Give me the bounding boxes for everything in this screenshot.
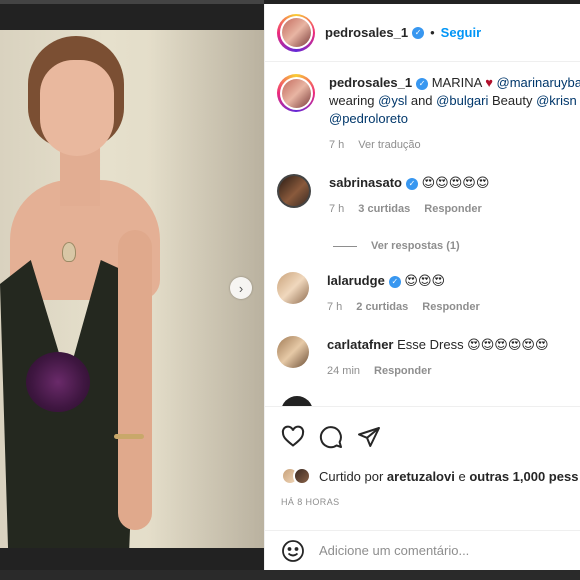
see-translation-link[interactable]: Ver tradução: [358, 136, 420, 154]
verified-icon: ✓: [405, 177, 418, 190]
author-username[interactable]: pedrosales_1: [325, 25, 408, 40]
verified-icon: ✓: [388, 275, 401, 288]
commenter-avatar[interactable]: [281, 396, 313, 406]
view-replies-label: Ver respostas (1): [371, 240, 460, 252]
likes-prefix: Curtido por: [319, 468, 387, 484]
mention-link[interactable]: @marinaruyba: [497, 75, 580, 90]
add-comment-bar: Adicione um comentário...: [265, 530, 580, 570]
heart-emoji: ♥: [485, 75, 493, 90]
comment-time: 7 h: [327, 301, 343, 313]
heart-icon[interactable]: [281, 425, 305, 449]
caption-text: and: [407, 93, 437, 108]
post-side-panel: pedrosales_1 ✓ • Seguir pedrosales_1 ✓ MA…: [264, 4, 580, 570]
mention-link[interactable]: @pedroloreto: [329, 111, 408, 126]
comment-text: 😍😍😍: [404, 273, 446, 288]
comment-username[interactable]: pedrosales_1: [329, 75, 412, 90]
comment-text: 😍😍😍😍😍: [421, 175, 490, 190]
post-timestamp: HÁ 8 HORAS: [281, 497, 340, 507]
comments-list: pedrosales_1 ✓ MARINA ♥ @marinaruyba wear…: [265, 62, 580, 406]
caption-text: MARINA: [428, 75, 486, 90]
commenter-avatar[interactable]: [277, 336, 309, 368]
comment-time: 7 h: [329, 203, 345, 215]
comment-likes[interactable]: 2 curtidas: [356, 298, 408, 316]
comment-username[interactable]: carlatafner: [327, 337, 393, 352]
likes-others-link[interactable]: outras 1,000 pess: [469, 469, 578, 484]
reply-button[interactable]: Responder: [374, 362, 431, 380]
share-icon[interactable]: [357, 425, 381, 449]
reply-button[interactable]: Responder: [422, 298, 479, 316]
view-replies-button[interactable]: Ver respostas (1): [333, 240, 460, 252]
comment-likes[interactable]: 3 curtidas: [358, 200, 410, 218]
comment-text: Esse Dress 😍😍😍😍😍😍: [397, 337, 549, 352]
comment-time: 24 min: [327, 365, 361, 377]
mention-link[interactable]: @ysl: [378, 93, 407, 108]
commenter-avatar[interactable]: [277, 174, 311, 208]
emoji-icon[interactable]: [281, 539, 305, 563]
post-photo[interactable]: [0, 30, 264, 548]
liker-username[interactable]: aretuzalovi: [387, 469, 455, 484]
background-strip: [0, 570, 580, 580]
separator-dot: •: [430, 25, 435, 40]
post-header: pedrosales_1 ✓ • Seguir: [265, 4, 580, 62]
comment-input[interactable]: Adicione um comentário...: [319, 543, 469, 558]
caption-text: Beauty: [488, 93, 537, 108]
mention-link[interactable]: @bulgari: [436, 93, 488, 108]
likes-summary: Curtido por aretuzalovi e outras 1,000 p…: [281, 467, 578, 485]
comment-item: sabrinasato ✓ 😍😍😍😍😍 7 h 3 curtidas Respon…: [277, 174, 489, 218]
comment-time: 7 h: [329, 139, 345, 151]
comment-username[interactable]: lalarudge: [327, 273, 385, 288]
reply-button[interactable]: Responder: [424, 200, 481, 218]
caption-comment: pedrosales_1 ✓ MARINA ♥ @marinaruyba wear…: [277, 74, 580, 154]
chevron-right-icon[interactable]: ›: [230, 277, 252, 299]
background-strip: [0, 0, 264, 4]
comment-item: lalarudge ✓ 😍😍😍 7 h 2 curtidas Responder: [277, 272, 480, 316]
verified-icon: ✓: [416, 77, 429, 90]
comment-item: carlatafner Esse Dress 😍😍😍😍😍😍 24 min Res…: [277, 336, 549, 380]
author-avatar[interactable]: [277, 13, 315, 52]
verified-icon: ✓: [412, 26, 425, 39]
commenter-avatar[interactable]: [277, 272, 309, 304]
author-avatar[interactable]: [277, 74, 315, 112]
mention-link[interactable]: @krisn: [536, 93, 577, 108]
likes-and: e: [454, 468, 470, 484]
caption-text: wearing: [329, 93, 379, 108]
comment-icon[interactable]: [319, 425, 343, 449]
comment-username[interactable]: sabrinasato: [329, 175, 402, 190]
follow-button[interactable]: Seguir: [441, 25, 481, 40]
instagram-post-view: › pedrosales_1 ✓ • Seguir pedrosales_1 ✓ …: [0, 0, 580, 580]
post-actions: Curtido por aretuzalovi e outras 1,000 p…: [265, 406, 580, 540]
liker-avatar: [293, 467, 311, 485]
